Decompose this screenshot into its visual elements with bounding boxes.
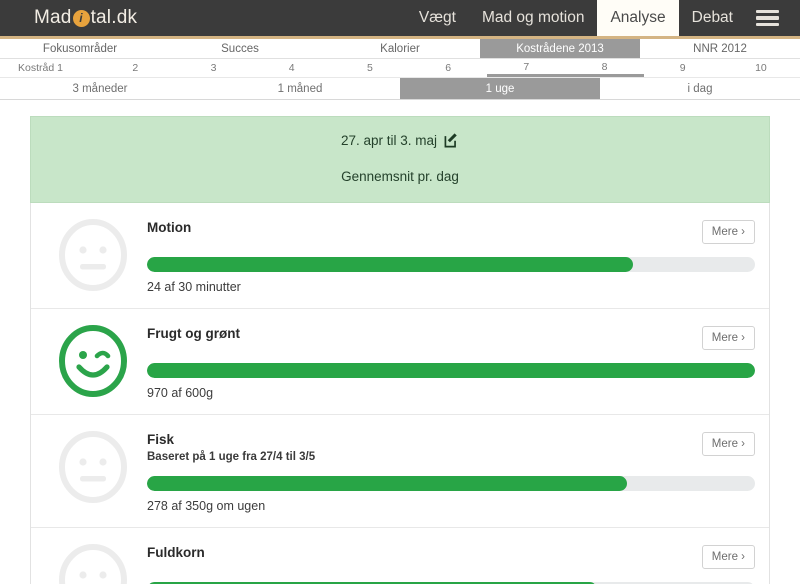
top-navigation-bar: Mad i tal.dk Vægt Mad og motion Analyse De…: [0, 0, 800, 39]
goal-row-body: Motion Mere › 24 af 30 minutter: [147, 217, 755, 294]
more-button[interactable]: Mere ›: [701, 220, 755, 244]
period-1-uge[interactable]: 1 uge: [400, 78, 600, 99]
goal-row-body: Fisk Baseret på 1 uge fra 27/4 til 3/5 M…: [147, 429, 755, 513]
more-button-label: Mere: [711, 332, 738, 344]
face-avatar: [39, 429, 147, 503]
kostraad-item-5[interactable]: 5: [331, 59, 409, 77]
nav-item-debat[interactable]: Debat: [679, 0, 746, 36]
goal-title: Fuldkorn: [147, 545, 205, 560]
goal-row-motion[interactable]: Motion Mere › 24 af 30 minutter: [31, 203, 769, 309]
goal-subtitle: Baseret på 1 uge fra 27/4 til 3/5: [147, 451, 316, 463]
goal-row-header: Frugt og grønt Mere ›: [147, 326, 755, 350]
subnav-item-kostraadene-2013[interactable]: Kostrådene 2013: [480, 39, 640, 58]
goal-row-body: Fuldkorn Mere › 37 af 50g: [147, 542, 755, 584]
kostraad-item-6[interactable]: 6: [409, 59, 487, 77]
progress-bar-track: [147, 257, 755, 272]
goal-row-header: Fisk Baseret på 1 uge fra 27/4 til 3/5 M…: [147, 432, 755, 463]
goal-row-header: Motion Mere ›: [147, 220, 755, 244]
goal-row-fuldkorn[interactable]: Fuldkorn Mere › 37 af 50g: [31, 528, 769, 584]
goal-row-fisk[interactable]: Fisk Baseret på 1 uge fra 27/4 til 3/5 M…: [31, 415, 769, 528]
goal-value-text: 278 af 350g om ugen: [147, 499, 266, 513]
date-range-line: 27. apr til 3. maj: [31, 133, 769, 148]
kostraad-item-4[interactable]: 4: [253, 59, 331, 77]
period-3-maaneder[interactable]: 3 måneder: [0, 78, 200, 99]
period-selector-row: 3 måneder 1 måned 1 uge i dag: [0, 78, 800, 100]
kostraad-item-9[interactable]: 9: [644, 59, 722, 77]
more-button[interactable]: Mere ›: [701, 545, 755, 569]
goal-title: Motion: [147, 220, 192, 235]
hamburger-bar: [756, 9, 779, 14]
goal-title: Frugt og grønt: [147, 326, 240, 341]
more-button[interactable]: Mere ›: [701, 326, 755, 350]
period-1-maaned[interactable]: 1 måned: [200, 78, 400, 99]
subnav-item-succes[interactable]: Succes: [160, 39, 320, 58]
neutral-face-icon: [59, 544, 127, 584]
logo-text-prefix: Mad: [34, 7, 72, 28]
subnav-item-nnr-2012[interactable]: NNR 2012: [640, 39, 800, 58]
nav-item-mad-og-motion[interactable]: Mad og motion: [469, 0, 598, 36]
hamburger-menu-icon[interactable]: [746, 0, 792, 36]
more-button-label: Mere: [711, 226, 738, 238]
progress-bar-fill: [147, 476, 628, 491]
kostraad-item-8[interactable]: 8: [565, 59, 644, 77]
hamburger-bar: [756, 22, 779, 27]
nav-item-vaegt[interactable]: Vægt: [406, 0, 469, 36]
more-button[interactable]: Mere ›: [701, 432, 755, 456]
average-subtitle: Gennemsnit pr. dag: [341, 169, 459, 184]
winking-smiley-face-icon: [59, 325, 127, 397]
neutral-face-icon: [59, 219, 127, 291]
goal-row-header: Fuldkorn Mere ›: [147, 545, 755, 569]
logo-info-icon: i: [72, 9, 90, 27]
logo-text-suffix: tal.dk: [90, 7, 138, 28]
goal-value-text: 970 af 600g: [147, 386, 214, 400]
kostraad-number-row: Kostråd 1 2 3 4 5 6 7 8 9 10: [0, 59, 800, 78]
goal-title: Fisk: [147, 432, 175, 447]
goal-row-body: Frugt og grønt Mere › 970 af 600g: [147, 323, 755, 400]
kostraad-item-10[interactable]: 10: [722, 59, 800, 77]
goal-row-frugt-og-groent[interactable]: Frugt og grønt Mere › 970 af 600g: [31, 309, 769, 415]
progress-bar-track: [147, 363, 755, 378]
edit-pencil-icon[interactable]: [444, 133, 459, 148]
site-logo[interactable]: Mad i tal.dk: [0, 0, 137, 36]
subnav-item-fokusomraader[interactable]: Fokusområder: [0, 39, 160, 58]
kostraad-item-1[interactable]: Kostråd 1: [0, 59, 96, 77]
goal-rows-card: Motion Mere › 24 af 30 minutter Frugt og…: [30, 203, 770, 584]
more-button-label: Mere: [711, 438, 738, 450]
subnav-item-kalorier[interactable]: Kalorier: [320, 39, 480, 58]
progress-bar-track: [147, 476, 755, 491]
face-avatar: [39, 217, 147, 291]
neutral-face-icon: [59, 431, 127, 503]
progress-bar-fill: [147, 257, 634, 272]
face-avatar: [39, 323, 147, 397]
app-root: Mad i tal.dk Vægt Mad og motion Analyse De…: [0, 0, 800, 584]
goal-value-text: 24 af 30 minutter: [147, 280, 241, 294]
hamburger-bar: [756, 16, 779, 20]
kostraad-item-3[interactable]: 3: [174, 59, 252, 77]
period-i-dag[interactable]: i dag: [600, 78, 800, 99]
progress-bar-fill: [147, 363, 755, 378]
main-content: 27. apr til 3. maj Gennemsnit pr. dag Mo…: [0, 100, 800, 584]
nav-item-analyse[interactable]: Analyse: [597, 0, 679, 36]
kostraad-item-7[interactable]: 7: [487, 59, 566, 77]
sub-navigation-bar: Fokusområder Succes Kalorier Kostrådene …: [0, 39, 800, 59]
more-button-label: Mere: [711, 551, 738, 563]
top-nav-items: Vægt Mad og motion Analyse Debat: [406, 0, 800, 36]
date-range-text: 27. apr til 3. maj: [340, 133, 438, 148]
date-range-header: 27. apr til 3. maj Gennemsnit pr. dag: [30, 116, 770, 203]
kostraad-item-2[interactable]: 2: [96, 59, 174, 77]
face-avatar: [39, 542, 147, 584]
